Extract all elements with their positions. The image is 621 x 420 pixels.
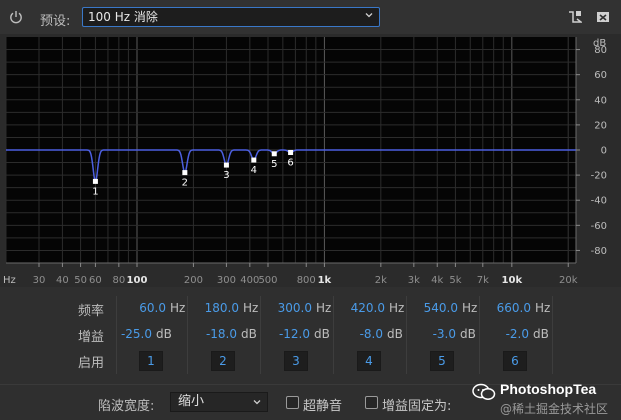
gain-unit: dB [460,327,476,341]
x-tick-label: 2k [375,275,387,286]
y-tick-label: -20 [591,171,607,182]
watermark-sub: @稀土掘金技术社区 [500,402,609,416]
y-tick-label: -40 [591,196,607,207]
x-tick-label: 3k [408,275,420,286]
eq-graph[interactable]: dB 80 60 40 20 0 -20 -40 -60 -80 Hz 30 40 50 60 80 100 2… [0,34,621,287]
band-2-freq[interactable]: 180.0 [189,301,239,315]
band-6-marker-label: 6 [287,158,293,169]
x-tick-label: 500 [258,275,277,286]
gain-unit: dB [533,327,549,341]
band-1-handle [92,178,98,184]
band-1-freq[interactable]: 60.0 [116,301,166,315]
top-bar: 预设: 100 Hz 消除 [0,0,621,34]
y-tick-label: -80 [591,246,607,257]
x-tick-label: 80 [112,275,125,286]
gain-unit: dB [156,327,172,341]
ultra-quiet-checkbox[interactable] [286,396,299,409]
freq-unit: Hz [462,301,478,315]
preset-value: 100 Hz 消除 [88,10,158,24]
y-tick-label: 20 [594,120,607,131]
band-1-gain[interactable]: -25.0 [102,327,152,341]
x-tick-label: 40 [56,275,69,286]
gain-unit: dB [387,327,403,341]
x-tick-label: 800 [297,275,316,286]
y-tick-label: 40 [594,95,607,106]
band-2-enable-button[interactable]: 2 [211,351,235,371]
ultra-quiet-label: 超静音 [303,399,343,414]
band-4-marker-label: 4 [251,165,257,176]
freq-row-label: 频率 [78,304,105,319]
band-4-gain[interactable]: -8.0 [333,327,383,341]
y-tick-label: 60 [594,70,607,81]
gain-row-label: 增益 [78,330,105,345]
x-tick-label: 400 [240,275,259,286]
band-3-handle [223,162,229,168]
frequency-response-chart[interactable]: dB806040200-20-40-60-80 Hz 30 40 50 60 80 100 2… [0,34,621,287]
band-6-freq[interactable]: 660.0 [481,301,531,315]
divider [552,296,553,374]
x-tick-label: 20k [559,275,578,286]
close-panel-icon[interactable] [596,10,610,24]
band-5-handle [271,151,277,157]
band-2-marker-label: 2 [182,178,188,189]
enable-row-label: 启用 [78,356,105,371]
band-6-enable-button[interactable]: 6 [503,351,527,371]
chevron-down-icon [253,400,261,405]
x-tick-label: 10k [502,275,523,286]
y-tick-label: -60 [591,221,607,232]
band-6-handle [288,150,294,156]
routing-icon[interactable] [568,10,582,24]
hz-unit-label: Hz [3,275,16,286]
freq-unit: Hz [316,301,332,315]
x-tick-label: 60 [89,275,102,286]
band-2-gain[interactable]: -18.0 [187,327,237,341]
gain-unit: dB [241,327,257,341]
band-5-gain[interactable]: -3.0 [406,327,456,341]
x-tick-label: 30 [33,275,46,286]
y-tick-label: 0 [601,146,607,157]
x-tick-label: 7k [477,275,489,286]
preset-label: 预设: [40,14,71,29]
band-5-freq[interactable]: 540.0 [408,301,458,315]
band-4-handle [251,157,257,163]
band-2-handle [182,170,188,176]
band-1-marker-label: 1 [92,186,98,197]
y-tick-label: 80 [594,45,607,56]
x-tick-label: 300 [217,275,236,286]
band-1-enable-button[interactable]: 1 [139,351,163,371]
notch-width-value: 缩小 [178,394,205,409]
x-tick-label: 200 [184,275,203,286]
freq-unit: Hz [389,301,405,315]
band-5-marker-label: 5 [271,159,277,170]
band-5-enable-button[interactable]: 5 [430,351,454,371]
x-tick-label: 4k [431,275,443,286]
gain-unit: dB [314,327,330,341]
band-3-freq[interactable]: 300.0 [262,301,312,315]
preset-dropdown[interactable]: 100 Hz 消除 [82,7,380,27]
wechat-logo [472,383,496,400]
power-icon[interactable] [8,9,24,25]
fix-gain-label: 增益固定为: [382,399,452,414]
notch-width-label: 陷波宽度: [98,399,155,414]
notch-width-dropdown[interactable]: 缩小 [170,392,268,412]
x-tick-label: 1k [318,275,332,286]
band-6-gain[interactable]: -2.0 [479,327,529,341]
fix-gain-checkbox[interactable] [365,396,378,409]
band-4-freq[interactable]: 420.0 [335,301,385,315]
band-4-enable-button[interactable]: 4 [357,351,381,371]
chevron-down-icon [365,13,373,18]
watermark-name: PhotoshopTea [500,381,597,397]
band-controls: 频率 增益 启用 60.0 Hz -25.0 dB 1 180.0 Hz -18… [0,290,621,378]
freq-unit: Hz [243,301,259,315]
freq-unit: Hz [535,301,551,315]
freq-unit: Hz [170,301,186,315]
band-3-marker-label: 3 [223,170,229,181]
band-3-enable-button[interactable]: 3 [284,351,308,371]
x-tick-label: 5k [449,275,461,286]
band-3-gain[interactable]: -12.0 [260,327,310,341]
x-tick-label: 100 [127,275,148,286]
x-tick-label: 50 [74,275,87,286]
